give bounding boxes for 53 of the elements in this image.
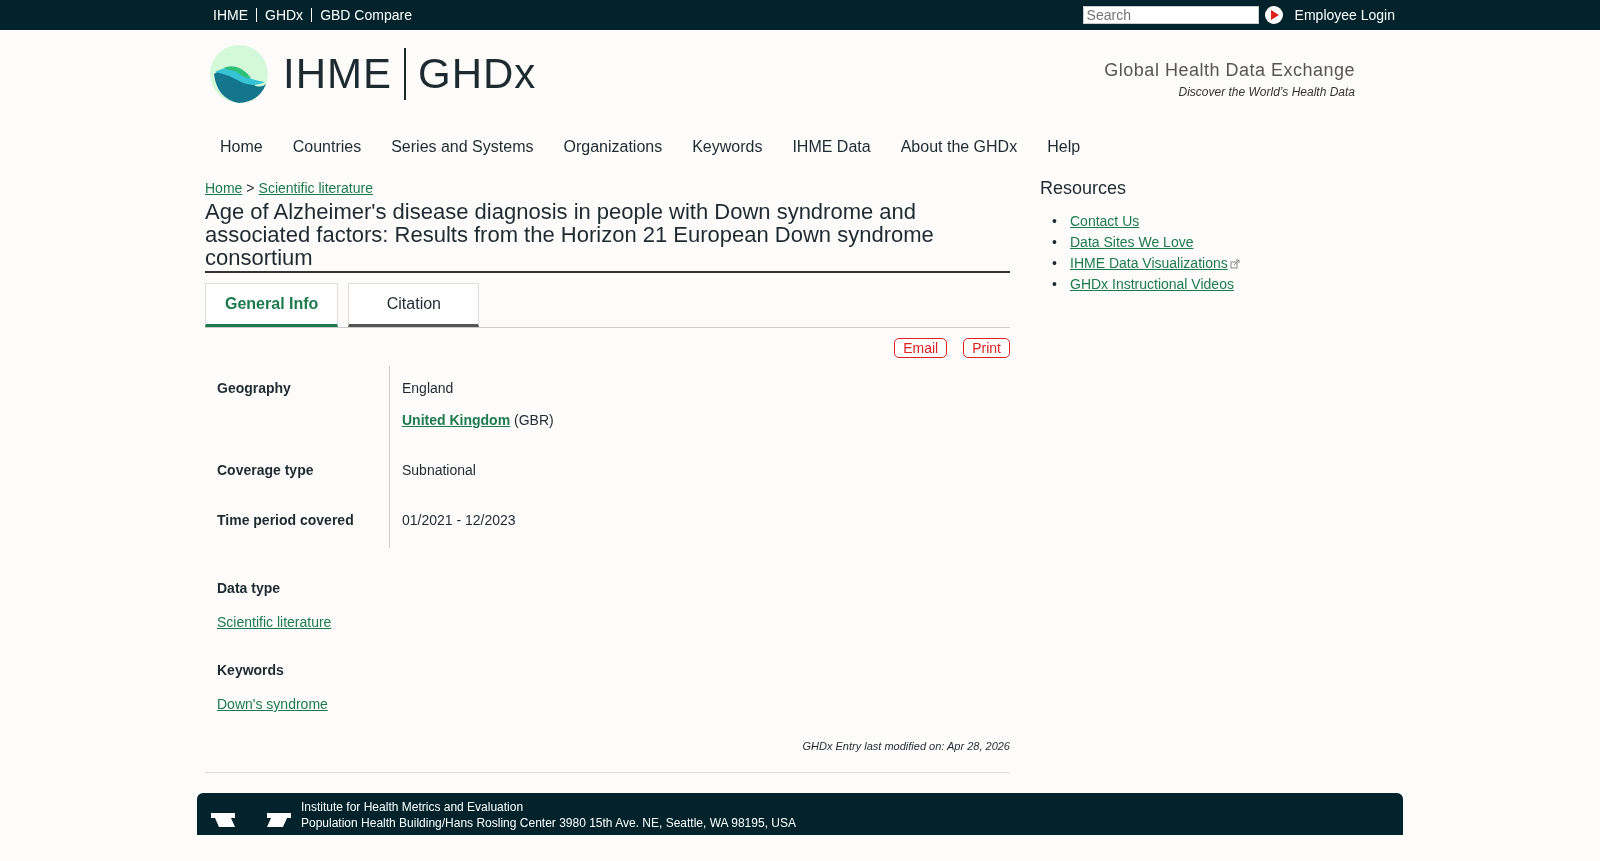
nav-link[interactable]: Organizations bbox=[548, 130, 678, 164]
field-link[interactable]: Down's syndrome bbox=[217, 696, 328, 712]
nav-link[interactable]: Home bbox=[205, 130, 278, 164]
field-value: (GBR) bbox=[514, 412, 554, 428]
field-label: Keywords bbox=[217, 662, 285, 680]
bullet: • bbox=[1052, 233, 1058, 252]
nav-link[interactable]: Series and Systems bbox=[376, 130, 549, 164]
modified-date: GHDx Entry last modified on: Apr 28, 2026 bbox=[205, 740, 1010, 773]
action-button[interactable]: Email bbox=[894, 338, 948, 358]
field-value: 01/2021 - 12/2023 bbox=[402, 512, 517, 528]
logo-icon bbox=[209, 44, 269, 104]
bullet: • bbox=[1052, 275, 1058, 294]
login-link[interactable]: Employee Login bbox=[1294, 7, 1395, 23]
field-label: Geography bbox=[217, 379, 292, 398]
field-label: Coverage type bbox=[217, 461, 315, 480]
field-value: Subnational bbox=[402, 462, 477, 478]
action-button[interactable]: Print bbox=[963, 338, 1010, 358]
footer-text: Population Health Building/Hans Rosling Center 3980 15th Ave. NE, Seattle, WA 98195, USA bbox=[301, 815, 796, 831]
resource-link[interactable]: IHME Data Visualizations bbox=[1070, 253, 1228, 274]
footer-text: Institute for Health Metrics and Evaluation bbox=[301, 799, 525, 815]
nav-link[interactable]: About the GHDx bbox=[885, 130, 1033, 164]
resource-link[interactable]: GHDx Instructional Videos bbox=[1070, 274, 1234, 295]
nav-link[interactable]: Help bbox=[1032, 130, 1096, 164]
breadcrumb-link[interactable]: Scientific literature bbox=[258, 180, 373, 196]
resource-link[interactable]: Data Sites We Love bbox=[1070, 232, 1194, 253]
top-link[interactable]: IHME bbox=[205, 8, 256, 22]
search-go-icon[interactable] bbox=[1264, 6, 1283, 24]
nav-link[interactable]: Countries bbox=[277, 130, 377, 164]
field-label: Data type bbox=[217, 580, 282, 598]
breadcrumb-link[interactable]: Home bbox=[205, 180, 243, 196]
logo-text: IHME bbox=[283, 50, 392, 98]
resource-link[interactable]: Contact Us bbox=[1070, 211, 1140, 232]
bullet: • bbox=[1052, 212, 1058, 231]
university-logo-icon bbox=[211, 813, 291, 827]
nav-link[interactable]: IHME Data bbox=[777, 130, 886, 164]
page-title: Age of Alzheimer's disease diagnosis in people with Down syndrome and associated factors: Results from the Horizon 21 European Down syndrome consortium bbox=[205, 200, 1010, 273]
resources-heading: Resources bbox=[1040, 178, 1128, 199]
top-link[interactable]: GBD Compare bbox=[311, 8, 420, 22]
site-tagline: Discover the World’s Health Data bbox=[1177, 84, 1355, 99]
search-field[interactable]: Search bbox=[1082, 6, 1259, 24]
tab[interactable]: Citation bbox=[348, 283, 480, 327]
external-link-icon bbox=[1229, 258, 1240, 269]
logo-text: GHDx bbox=[418, 50, 537, 98]
field-value: England bbox=[402, 380, 455, 396]
nav-link[interactable]: Keywords bbox=[677, 130, 778, 164]
field-link[interactable]: Scientific literature bbox=[217, 614, 332, 630]
breadcrumb-separator: > bbox=[246, 180, 255, 196]
site-title: Global Health Data Exchange bbox=[1104, 59, 1355, 81]
field-link[interactable]: United Kingdom bbox=[402, 412, 511, 428]
tab[interactable]: General Info bbox=[205, 283, 339, 327]
field-label: Time period covered bbox=[217, 511, 355, 530]
top-link[interactable]: GHDx bbox=[256, 8, 312, 22]
bullet: • bbox=[1052, 254, 1058, 273]
